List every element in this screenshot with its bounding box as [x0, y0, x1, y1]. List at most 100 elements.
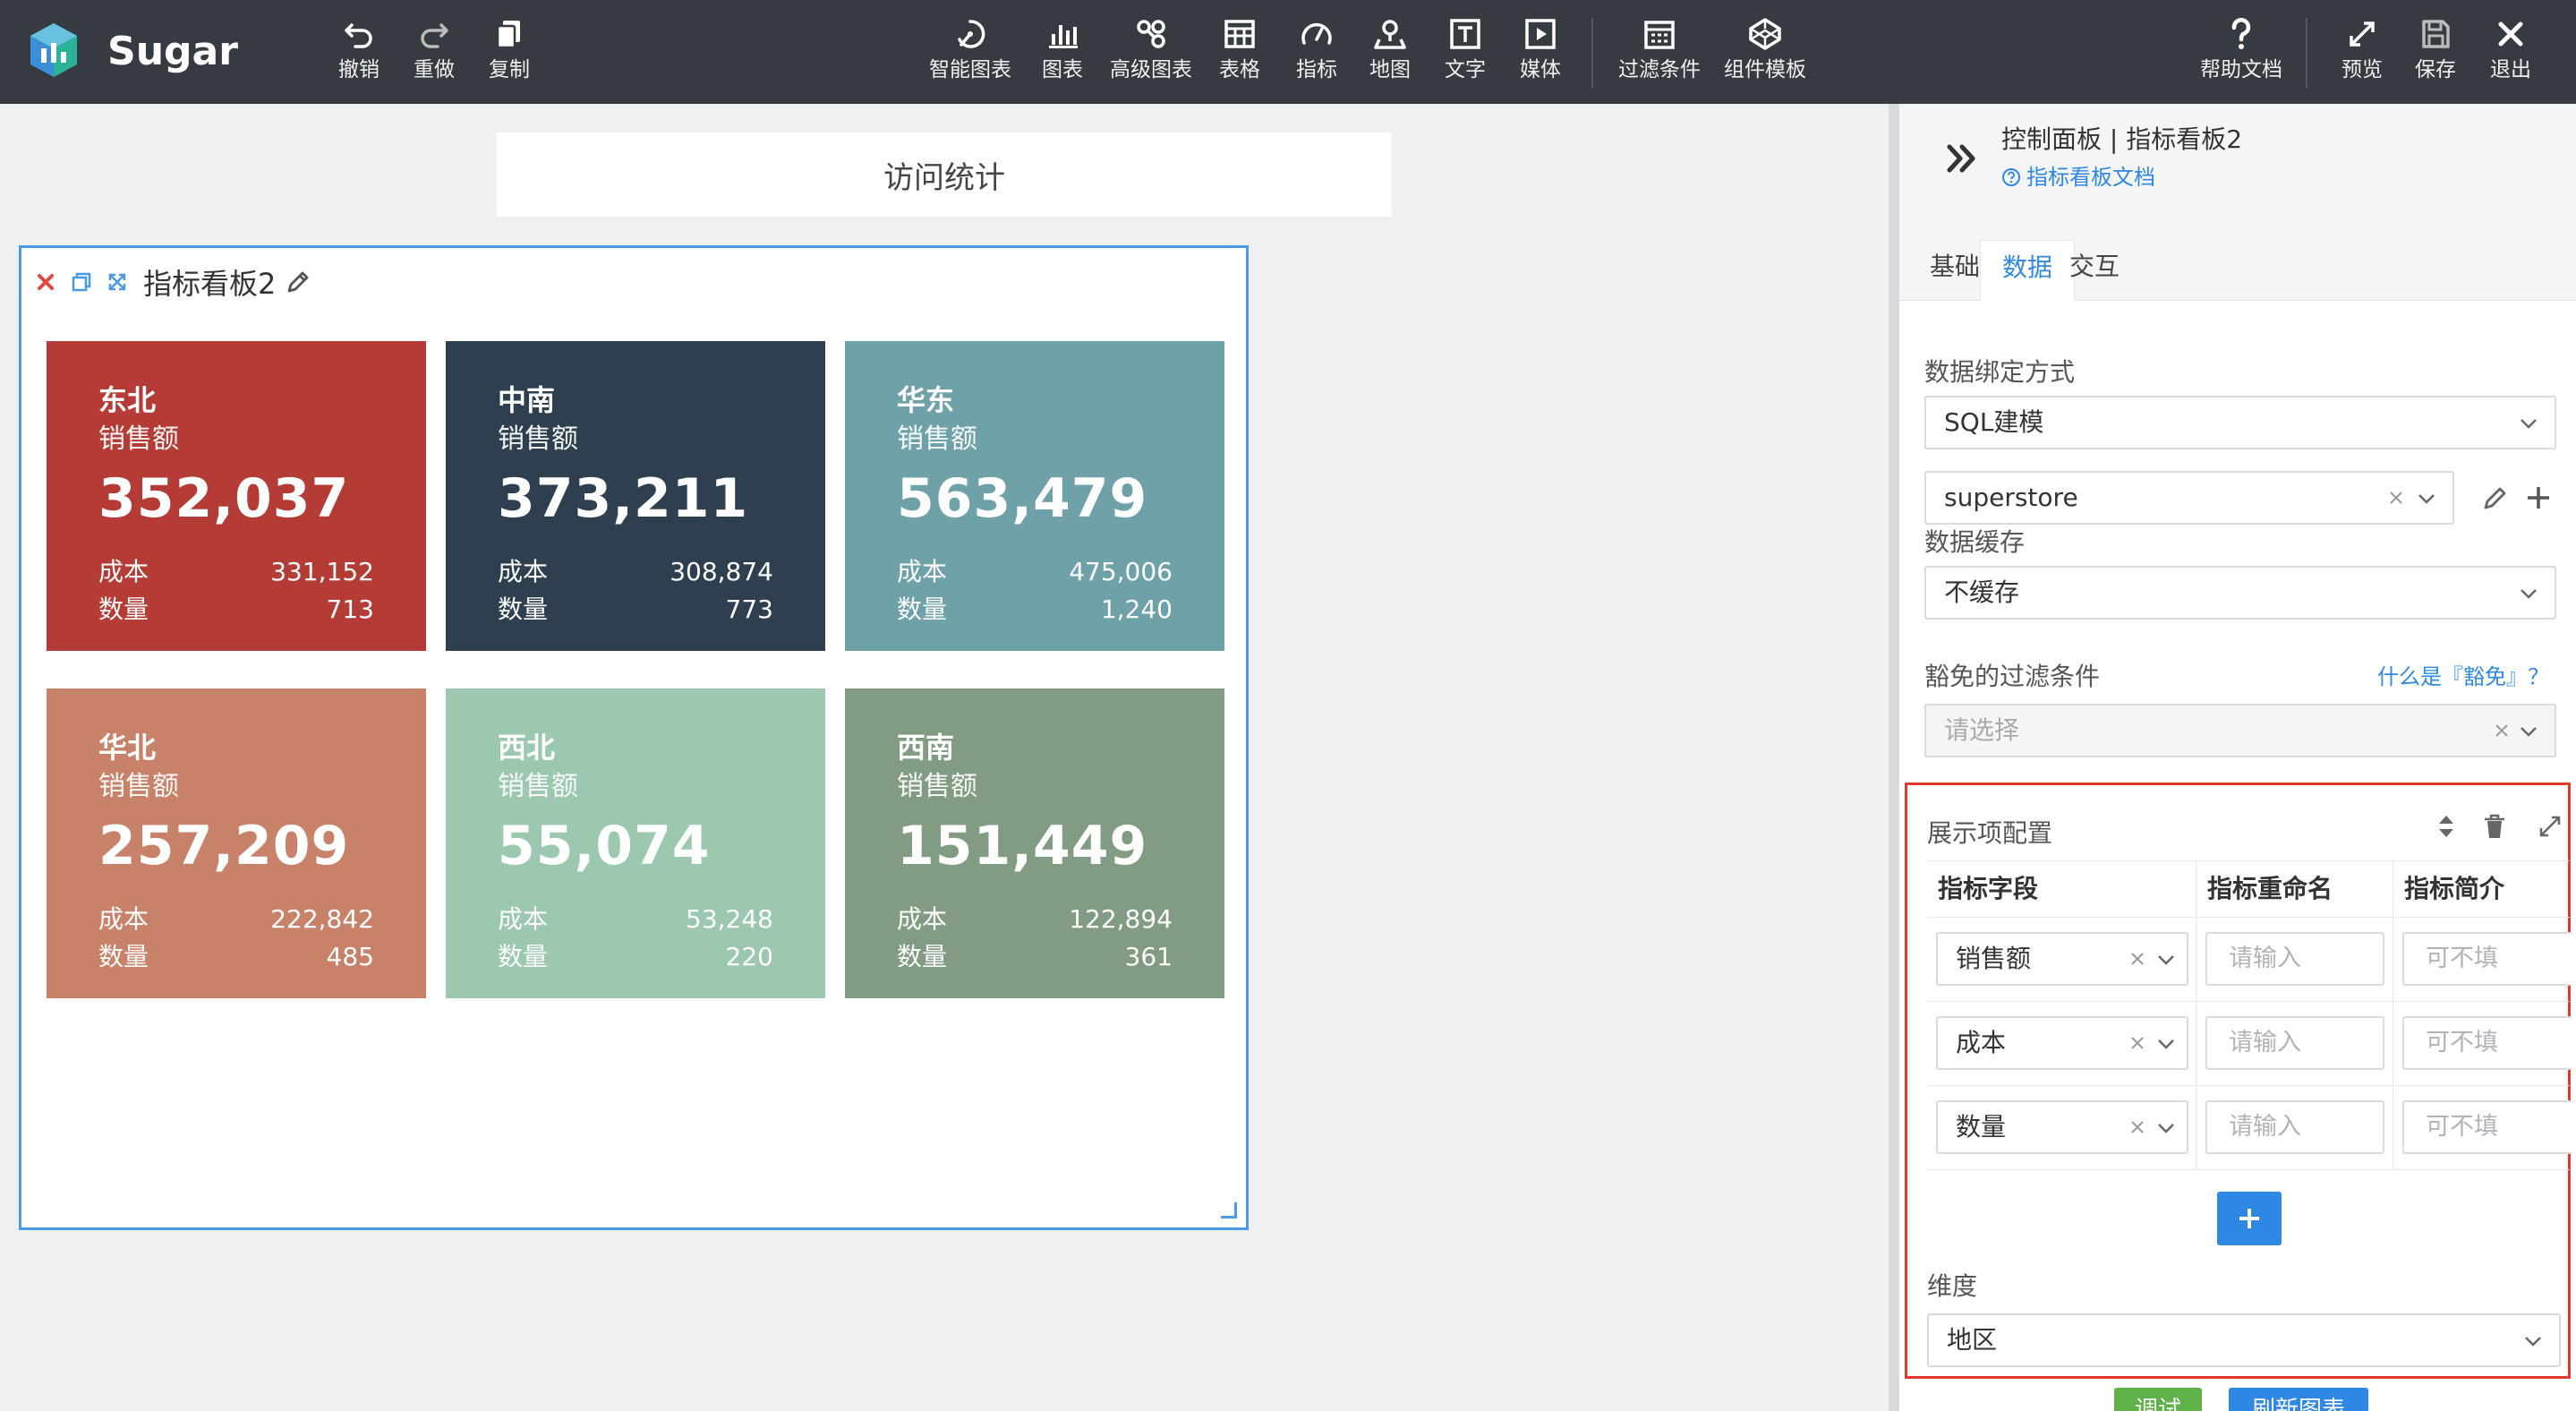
- rename-cell: 请输入: [2196, 918, 2393, 1001]
- kpi-region: 华东: [897, 383, 955, 417]
- save-button[interactable]: 保存: [2411, 16, 2460, 91]
- description-input[interactable]: 可不填: [2402, 932, 2572, 986]
- kpi-card-huabei[interactable]: 华北 销售额 257,209 成本 222,842 数量 485: [47, 688, 426, 998]
- duplicate-widget-icon[interactable]: [68, 269, 95, 295]
- help-doc-button[interactable]: 帮助文档: [2196, 16, 2286, 91]
- add-model-plus-icon[interactable]: [2524, 483, 2553, 512]
- edit-title-pencil-icon[interactable]: [285, 269, 311, 295]
- question-icon: [2231, 18, 2251, 49]
- brand-name: Sugar: [107, 29, 238, 74]
- map-button[interactable]: 地图: [1366, 16, 1414, 91]
- edit-model-pencil-icon[interactable]: [2481, 483, 2510, 512]
- exit-button[interactable]: 退出: [2486, 16, 2535, 91]
- tab-interaction[interactable]: 交互: [2048, 240, 2141, 301]
- binding-mode-label: 数据绑定方式: [1924, 357, 2076, 387]
- kpi-card-dongbei[interactable]: 东北 销售额 352,037 成本 331,152 数量 713: [47, 341, 426, 651]
- delete-widget-icon[interactable]: [32, 269, 59, 295]
- model-select[interactable]: superstore: [1924, 471, 2454, 525]
- kpi-qty-label: 数量: [98, 942, 149, 971]
- advanced-chart-button[interactable]: 高级图表: [1106, 16, 1196, 91]
- kpi-card-zhongnan[interactable]: 中南 销售额 373,211 成本 308,874 数量 773: [446, 341, 825, 651]
- copy-button[interactable]: 复制: [485, 16, 533, 91]
- clear-icon[interactable]: [2128, 949, 2147, 969]
- chevron-down-icon: [2521, 727, 2537, 737]
- kpi-metric-label: 销售额: [498, 423, 578, 455]
- display-config-section: 展示项配置 指标字段 指标重命名 指标简介 销售额 请输入 可不填 成本 请输入…: [1905, 782, 2572, 1379]
- rename-input[interactable]: 请输入: [2205, 1016, 2384, 1070]
- add-display-item-button[interactable]: [2217, 1192, 2282, 1245]
- kpi-metric-value: 373,211: [498, 467, 749, 530]
- exempt-help-link[interactable]: 什么是『豁免』？: [2377, 659, 2549, 695]
- clear-icon[interactable]: [2128, 1117, 2147, 1137]
- description-input[interactable]: 可不填: [2402, 1016, 2572, 1070]
- field-select[interactable]: 成本: [1936, 1016, 2188, 1070]
- collapse-panel-icon[interactable]: [1942, 138, 1983, 179]
- panel-tabs: 基础 数据 交互: [1899, 211, 2576, 302]
- kpi-card-xinan[interactable]: 西南 销售额 151,449 成本 122,894 数量 361: [845, 688, 1224, 998]
- binding-mode-select[interactable]: SQL建模: [1924, 396, 2556, 449]
- clear-icon[interactable]: [2492, 721, 2512, 740]
- chevron-down-icon: [2521, 419, 2537, 429]
- debug-button[interactable]: 调试: [2114, 1388, 2202, 1411]
- toolbar-divider: [2306, 18, 2307, 88]
- trash-icon[interactable]: [2478, 810, 2511, 842]
- widget-resize-handle[interactable]: [1221, 1202, 1237, 1219]
- field-select[interactable]: 销售额: [1936, 932, 2188, 986]
- text-button[interactable]: 文字: [1441, 16, 1489, 91]
- control-panel: 控制面板 | 指标看板2 指标看板文档 基础 数据 交互 数据绑定方式 SQL建…: [1899, 104, 2576, 1411]
- clear-icon[interactable]: [2386, 488, 2406, 508]
- kpi-metric-label: 销售额: [98, 771, 179, 802]
- smart-chart-button[interactable]: 智能图表: [925, 16, 1015, 91]
- indicator-button[interactable]: 指标: [1292, 16, 1341, 91]
- rename-input[interactable]: 请输入: [2205, 1100, 2384, 1154]
- kpi-qty-label: 数量: [498, 594, 549, 624]
- field-value: 数量: [1956, 1112, 2007, 1142]
- refresh-chart-button[interactable]: 刷新图表: [2229, 1388, 2368, 1411]
- exempt-filter-select[interactable]: 请选择: [1924, 704, 2556, 757]
- rename-input[interactable]: 请输入: [2205, 932, 2384, 986]
- redo-button[interactable]: 重做: [410, 16, 458, 91]
- preview-button[interactable]: 预览: [2338, 16, 2386, 91]
- kpi-region: 中南: [498, 383, 556, 417]
- kpi-qty-value: 713: [326, 594, 374, 624]
- kpi-card-huadong[interactable]: 华东 销售额 563,479 成本 475,006 数量 1,240: [845, 341, 1224, 651]
- indicator-doc-label: 指标看板文档: [2026, 165, 2155, 190]
- clear-icon[interactable]: [2128, 1033, 2147, 1053]
- advanced-chart-icon: [1137, 20, 1165, 48]
- play-icon: [1525, 19, 1556, 49]
- indicator-doc-link[interactable]: 指标看板文档: [2001, 161, 2155, 193]
- table-button[interactable]: 表格: [1215, 16, 1264, 91]
- panel-splitter[interactable]: [1889, 104, 1899, 1411]
- kpi-qty-value: 773: [725, 594, 773, 624]
- component-template-button[interactable]: 组件模板: [1720, 16, 1810, 91]
- panel-breadcrumb: 控制面板 | 指标看板2: [2001, 124, 2243, 154]
- media-button[interactable]: 媒体: [1516, 16, 1565, 91]
- kpi-qty-label: 数量: [897, 594, 948, 624]
- dimension-select[interactable]: 地区: [1927, 1313, 2561, 1367]
- expand-icon[interactable]: [2534, 810, 2566, 842]
- dashboard-title-card[interactable]: 访问统计: [497, 133, 1392, 217]
- filter-label: 过滤条件: [1618, 58, 1701, 81]
- fullscreen-widget-icon[interactable]: [104, 269, 131, 295]
- kpi-cost-value: 331,152: [270, 557, 374, 586]
- sort-icon[interactable]: [2430, 810, 2462, 842]
- kpi-widget[interactable]: 指标看板2 东北 销售额 352,037 成本 331,152 数量 713 中南 …: [19, 245, 1249, 1230]
- chart-button[interactable]: 图表: [1038, 16, 1087, 91]
- cache-select[interactable]: 不缓存: [1924, 566, 2556, 620]
- kpi-cost-label: 成本: [98, 557, 149, 586]
- help-doc-label: 帮助文档: [2200, 58, 2282, 81]
- kpi-metric-value: 352,037: [98, 467, 350, 530]
- kpi-qty-value: 485: [326, 942, 374, 971]
- kpi-qty-value: 361: [1124, 942, 1173, 971]
- widget-title: 指标看板2: [143, 267, 277, 301]
- text-icon: [1450, 19, 1480, 49]
- description-input[interactable]: 可不填: [2402, 1100, 2572, 1154]
- column-header: 指标重命名: [2196, 861, 2393, 917]
- exempt-filter-label: 豁免的过滤条件: [1924, 662, 2101, 691]
- table-row: 销售额 请输入 可不填: [1927, 918, 2572, 1002]
- kpi-card-xibei[interactable]: 西北 销售额 55,074 成本 53,248 数量 220: [446, 688, 825, 998]
- field-select[interactable]: 数量: [1936, 1100, 2188, 1154]
- undo-button[interactable]: 撤销: [335, 16, 383, 91]
- kpi-metric-value: 55,074: [498, 815, 711, 877]
- filter-button[interactable]: 过滤条件: [1615, 16, 1704, 91]
